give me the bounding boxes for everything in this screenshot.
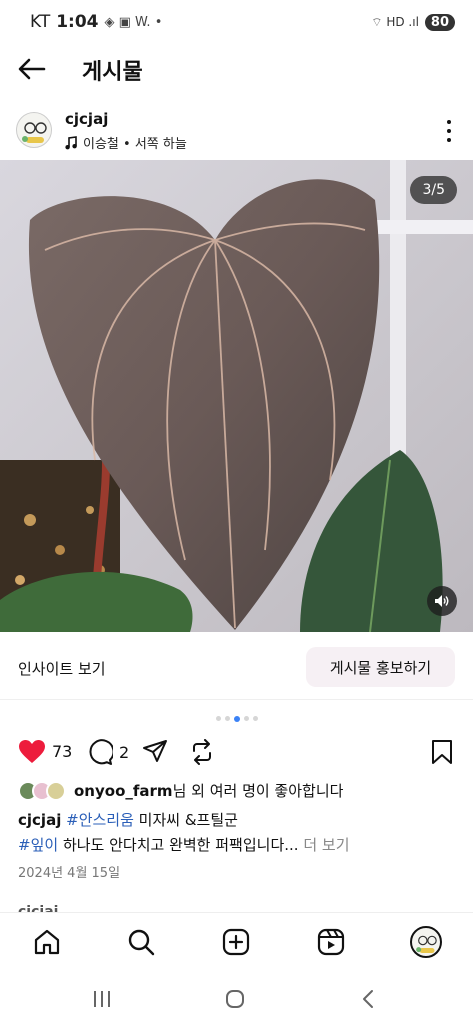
nav-reels[interactable] xyxy=(316,927,346,957)
more-vertical-icon xyxy=(447,120,451,124)
notification-icons: ◈ ▣ W. • xyxy=(104,14,163,30)
back-button[interactable] xyxy=(16,56,48,82)
reels-icon xyxy=(317,928,345,956)
share-icon[interactable] xyxy=(142,739,168,763)
post-username[interactable]: cjcjaj xyxy=(65,110,108,128)
bookmark-button[interactable] xyxy=(431,739,453,769)
carousel-dots xyxy=(0,716,473,722)
avatar-illustration xyxy=(22,122,47,143)
liked-by-username[interactable]: onyoo_farm xyxy=(74,782,173,800)
nav-create[interactable] xyxy=(221,927,251,957)
recent-apps-icon xyxy=(94,991,110,1007)
comment-icon[interactable] xyxy=(87,739,113,765)
post-header: cjcjaj 이승철 • 서쪽 하늘 xyxy=(0,104,473,158)
status-bar: KT 1:04 ◈ ▣ W. • ⌔ HD .ıl 80 xyxy=(0,0,473,44)
home-system-button[interactable] xyxy=(223,988,247,1010)
insight-row: 인사이트 보기 게시물 홍보하기 xyxy=(0,640,473,700)
carrier-label: KT xyxy=(30,12,51,32)
music-note-icon xyxy=(65,135,77,149)
post-date: 2024년 4월 15일 xyxy=(18,866,121,881)
avatar[interactable] xyxy=(16,112,52,148)
carousel-dot xyxy=(215,716,221,721)
nav-profile[interactable] xyxy=(409,925,443,959)
create-icon xyxy=(222,928,250,956)
system-nav-bar xyxy=(0,974,473,1024)
music-label: 이승철 • 서쪽 하늘 xyxy=(83,137,187,152)
likes-text: onyoo_farm님 외 여러 명이 좋아합니다 xyxy=(74,780,343,801)
liker-avatar xyxy=(46,780,66,801)
post-photo[interactable]: 3/5 xyxy=(0,160,473,632)
carousel-dot-active xyxy=(233,716,240,722)
carousel-dot xyxy=(224,716,230,721)
liked-by-suffix: 님 외 여러 명이 좋아합니다 xyxy=(172,782,344,800)
share-action xyxy=(142,739,168,763)
like-count[interactable]: 73 xyxy=(52,742,72,761)
page-title: 게시물 xyxy=(82,60,143,85)
more-link[interactable]: 더 보기 xyxy=(299,836,349,854)
arrow-left-icon xyxy=(18,58,46,80)
music-info[interactable]: 이승철 • 서쪽 하늘 xyxy=(65,133,187,152)
caption-line-1: cjcjaj #안스리움 미자씨 &프틸군 xyxy=(18,808,458,833)
home-icon xyxy=(34,929,60,955)
avatar xyxy=(410,926,442,958)
search-icon xyxy=(128,929,155,956)
more-dot xyxy=(447,138,451,142)
promote-post-button[interactable]: 게시물 홍보하기 xyxy=(306,647,455,687)
mute-button[interactable] xyxy=(427,586,457,616)
nav-search[interactable] xyxy=(126,927,156,957)
image-counter: 3/5 xyxy=(410,176,457,204)
caption-text: 하나도 안다치고 완벽한 퍼팩입니다... xyxy=(58,836,299,854)
post-caption: cjcjaj #안스리움 미자씨 &프틸군 #잎이 하나도 안다치고 완벽한 퍼… xyxy=(18,808,458,858)
status-time: 1:04 xyxy=(56,12,99,32)
heart-icon[interactable] xyxy=(18,739,46,764)
view-insights-link[interactable]: 인사이트 보기 xyxy=(18,658,106,679)
battery-indicator: 80 xyxy=(424,13,455,31)
speaker-icon xyxy=(435,595,449,607)
nav-home[interactable] xyxy=(32,927,62,957)
top-header: 게시물 xyxy=(0,44,473,94)
post-actions: 73 2 xyxy=(0,736,473,770)
like-action: 73 xyxy=(18,739,72,764)
more-dot xyxy=(447,129,451,133)
bookmark-icon xyxy=(432,740,452,764)
signal-icons: ⌔ HD .ıl xyxy=(371,14,419,29)
caption-text: 미자씨 &프틸군 xyxy=(133,811,238,829)
comment-count[interactable]: 2 xyxy=(119,743,129,762)
back-system-button[interactable] xyxy=(356,988,380,1010)
leaf-photo-illustration xyxy=(0,160,473,632)
hashtag-link[interactable]: #안스리움 xyxy=(66,811,134,829)
carousel-dot xyxy=(243,716,249,721)
back-chevron-icon xyxy=(363,990,373,1008)
bottom-nav xyxy=(0,912,473,974)
recent-apps-button[interactable] xyxy=(90,988,114,1010)
caption-author[interactable]: cjcjaj xyxy=(18,811,61,829)
carousel-dot xyxy=(252,716,258,721)
home-circle-icon xyxy=(226,990,244,1008)
comment-action: 2 xyxy=(87,739,129,765)
liked-by-line[interactable]: onyoo_farm님 외 여러 명이 좋아합니다 xyxy=(18,780,343,801)
repost-action xyxy=(190,739,214,765)
more-options-button[interactable] xyxy=(441,120,457,142)
avatar-illustration xyxy=(416,935,437,953)
repost-icon[interactable] xyxy=(190,739,214,765)
hashtag-link[interactable]: #잎이 xyxy=(18,836,58,854)
caption-line-2: #잎이 하나도 안다치고 완벽한 퍼팩입니다... 더 보기 xyxy=(18,833,458,858)
